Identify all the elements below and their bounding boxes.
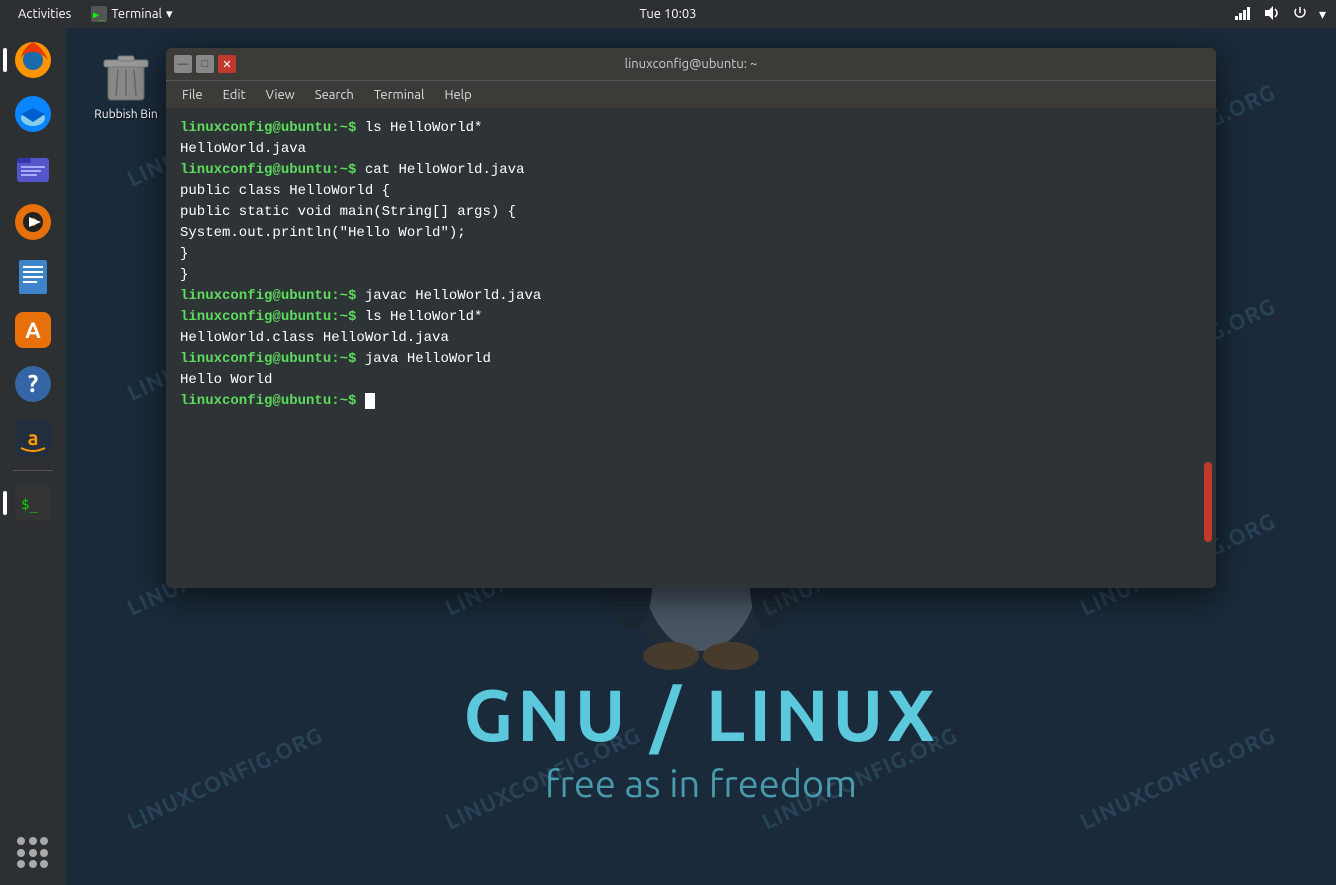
terminal-menu-search[interactable]: Search [307,88,362,102]
terminal-menu-icon: ▶_ [91,6,107,22]
terminal-line-10: linuxconfig@ubuntu:~$ ls HelloWorld* [180,307,1202,328]
terminal-menu-edit[interactable]: Edit [215,88,254,102]
terminal-maximize-button[interactable]: □ [196,55,214,73]
terminal-line-7: } [180,244,1202,265]
terminal-line-3: linuxconfig@ubuntu:~$ cat HelloWorld.jav… [180,160,1202,181]
rubbish-bin-icon[interactable]: Rubbish Bin [86,48,166,121]
terminal-menu-file[interactable]: File [174,88,211,102]
dock: A ? a $_ [0,28,66,885]
network-icon[interactable] [1235,6,1253,23]
dock-amazon[interactable]: a [9,414,57,462]
rubbish-bin-image [102,48,150,104]
svg-text:?: ? [28,370,39,397]
volume-icon[interactable] [1265,6,1281,23]
topbar-arrow-icon[interactable]: ▾ [1319,6,1326,23]
dock-firefox[interactable] [9,36,57,84]
gnu-linux-subtitle: free as in freedom [66,763,1336,805]
show-apps-button[interactable] [13,833,53,873]
terminal-line-14: linuxconfig@ubuntu:~$ [180,391,1202,412]
terminal-app-menu[interactable]: ▶_ Terminal ▾ [83,6,180,22]
svg-text:A: A [25,318,41,343]
power-icon[interactable] [1293,6,1307,23]
dock-separator [13,470,53,471]
topbar-right: ▾ [1235,6,1336,23]
terminal-line-8: } [180,265,1202,286]
topbar-clock: Tue 10:03 [640,7,697,21]
terminal-title: linuxconfig@ubuntu: ~ [625,57,758,71]
terminal-line-9: linuxconfig@ubuntu:~$ javac HelloWorld.j… [180,286,1202,307]
dock-rhythmbox[interactable] [9,198,57,246]
terminal-menu-help[interactable]: Help [436,88,479,102]
topbar-left: Activities ▶_ Terminal ▾ [0,6,180,22]
desktop: LINUXCONFIG.ORG LINUXCONFIG.ORG LINUXCON… [66,28,1336,885]
dock-terminal[interactable]: $_ [9,479,57,527]
terminal-cursor [365,393,375,409]
terminal-line-5: public static void main(String[] args) { [180,202,1202,223]
gnu-linux-title: GNU / LINUX [66,674,1336,755]
terminal-window-controls: — □ ✕ [174,55,236,73]
terminal-line-4: public class HelloWorld { [180,181,1202,202]
dock-files[interactable] [9,144,57,192]
topbar: Activities ▶_ Terminal ▾ Tue 10:03 [0,0,1336,28]
rubbish-bin-label: Rubbish Bin [94,108,157,121]
terminal-scrollbar[interactable] [1204,168,1212,588]
terminal-minimize-button[interactable]: — [174,55,192,73]
terminal-body[interactable]: linuxconfig@ubuntu:~$ ls HelloWorld* Hel… [166,108,1216,588]
terminal-line-2: HelloWorld.java [180,139,1202,160]
gnu-linux-overlay: GNU / LINUX free as in freedom [66,674,1336,805]
dock-appstore[interactable]: A [9,306,57,354]
dock-libreoffice[interactable] [9,252,57,300]
terminal-line-13: Hello World [180,370,1202,391]
terminal-menubar: File Edit View Search Terminal Help [166,80,1216,108]
terminal-menu-terminal[interactable]: Terminal [366,88,433,102]
terminal-window: — □ ✕ linuxconfig@ubuntu: ~ File Edit Vi… [166,48,1216,588]
terminal-line-1: linuxconfig@ubuntu:~$ ls HelloWorld* [180,118,1202,139]
terminal-line-12: linuxconfig@ubuntu:~$ java HelloWorld [180,349,1202,370]
terminal-menu-view[interactable]: View [258,88,303,102]
dock-thunderbird[interactable] [9,90,57,138]
terminal-line-11: HelloWorld.class HelloWorld.java [180,328,1202,349]
dock-help[interactable]: ? [9,360,57,408]
terminal-scrollbar-thumb[interactable] [1204,462,1212,542]
svg-text:$_: $_ [21,497,38,513]
terminal-titlebar: — □ ✕ linuxconfig@ubuntu: ~ [166,48,1216,80]
activities-button[interactable]: Activities [8,7,81,21]
terminal-close-button[interactable]: ✕ [218,55,236,73]
svg-text:▶_: ▶_ [93,10,106,21]
svg-text:a: a [28,426,39,449]
terminal-line-6: System.out.println("Hello World"); [180,223,1202,244]
